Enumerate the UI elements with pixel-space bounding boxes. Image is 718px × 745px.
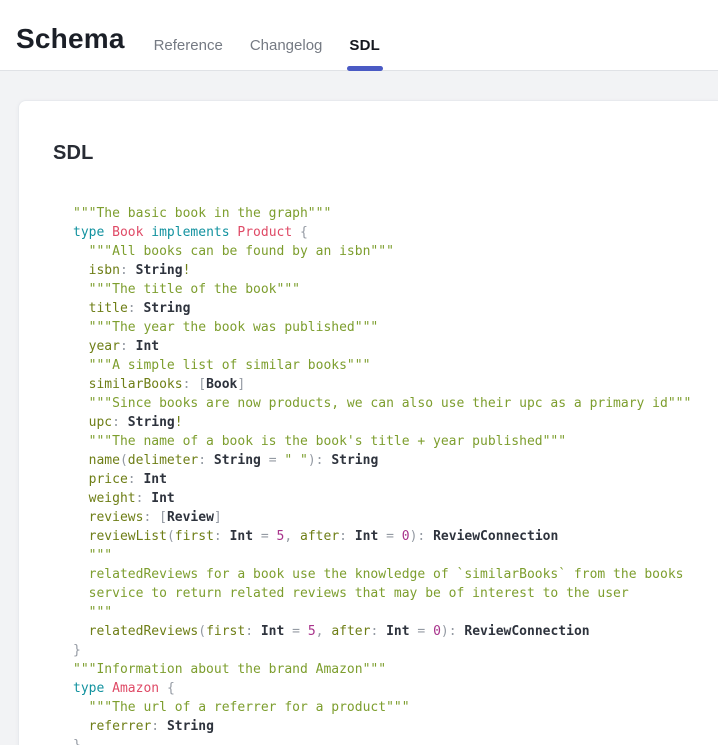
code-line: """ [73,603,718,622]
code-line: title: String [73,299,718,318]
tab-changelog[interactable]: Changelog [250,37,323,55]
header: Schema Reference Changelog SDL [0,0,718,71]
sdl-code: """The basic book in the graph"""type Bo… [73,204,718,745]
code-line: price: Int [73,470,718,489]
code-line: year: Int [73,337,718,356]
tab-sdl-label: SDL [349,37,380,54]
sdl-card: SDL """The basic book in the graph"""typ… [18,100,718,745]
code-line: } [73,641,718,660]
content-area: SDL """The basic book in the graph"""typ… [0,71,718,745]
code-line: name(delimeter: String = " "): String [73,451,718,470]
code-line: relatedReviews(first: Int = 5, after: In… [73,622,718,641]
code-line: """A simple list of similar books""" [73,356,718,375]
code-line: """The name of a book is the book's titl… [73,432,718,451]
code-line: } [73,736,718,745]
code-line: type Amazon { [73,679,718,698]
code-line: upc: String! [73,413,718,432]
tab-sdl[interactable]: SDL [349,37,380,55]
code-line: """The title of the book""" [73,280,718,299]
code-line: reviews: [Review] [73,508,718,527]
sdl-heading: SDL [53,142,718,164]
page-title: Schema [16,22,125,56]
code-line: isbn: String! [73,261,718,280]
code-line: reviewList(first: Int = 5, after: Int = … [73,527,718,546]
code-line: """Since books are now products, we can … [73,394,718,413]
code-line: type Book implements Product { [73,223,718,242]
code-line: service to return related reviews that m… [73,584,718,603]
code-line: """ [73,546,718,565]
code-line: referrer: String [73,717,718,736]
code-line: """All books can be found by an isbn""" [73,242,718,261]
code-line: """The url of a referrer for a product""… [73,698,718,717]
code-line: """Information about the brand Amazon""" [73,660,718,679]
active-tab-underline [347,66,383,71]
tab-bar: Reference Changelog SDL [154,37,380,55]
code-line: similarBooks: [Book] [73,375,718,394]
code-line: """The year the book was published""" [73,318,718,337]
code-line: relatedReviews for a book use the knowle… [73,565,718,584]
tab-reference[interactable]: Reference [154,37,223,55]
code-line: weight: Int [73,489,718,508]
code-line: """The basic book in the graph""" [73,204,718,223]
